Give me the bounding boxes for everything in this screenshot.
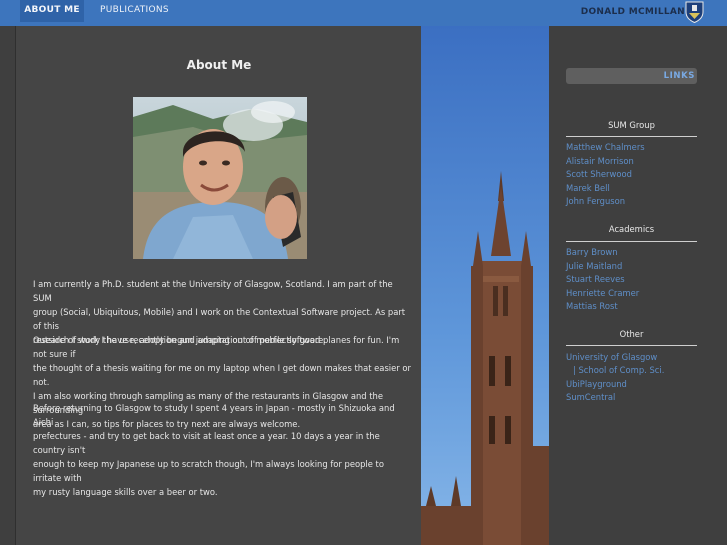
- text-line: enough to keep my Japanese up to scratch…: [33, 459, 384, 483]
- university-crest-icon: [685, 1, 704, 23]
- section-divider: [566, 345, 697, 346]
- japan-paragraph: Before returning to Glasgow to study I s…: [33, 401, 413, 499]
- sidebar-link[interactable]: Mattias Rost: [566, 301, 618, 311]
- university-tower-image: [421, 26, 549, 545]
- page-title: About Me: [186, 58, 252, 72]
- sidebar-link[interactable]: Matthew Chalmers: [566, 142, 645, 152]
- section-divider: [566, 136, 697, 137]
- links-header: LINKS: [566, 68, 697, 84]
- sidebar-link[interactable]: | School of Comp. Sci.: [573, 365, 664, 375]
- main-content-panel: About Me I am currently a Ph.D. student …: [15, 26, 423, 545]
- text-line: prefectures - and try to get back to vis…: [33, 431, 380, 455]
- sidebar-link[interactable]: Stuart Reeves: [566, 274, 625, 284]
- sidebar-link[interactable]: John Ferguson: [566, 196, 625, 206]
- text-line: the thought of a thesis waiting for me o…: [33, 363, 411, 387]
- sidebar-link[interactable]: SumCentral: [566, 392, 615, 402]
- sidebar-link[interactable]: Marek Bell: [566, 183, 610, 193]
- section-title-academics: Academics: [608, 224, 655, 234]
- sidebar-link[interactable]: UbiPlayground: [566, 379, 627, 389]
- text-line: I am currently a Ph.D. student at the Un…: [33, 279, 393, 303]
- sidebar-link[interactable]: Scott Sherwood: [566, 169, 632, 179]
- text-line: Outside of work I have recently begun ju…: [33, 335, 400, 359]
- sidebar-link[interactable]: Barry Brown: [566, 247, 618, 257]
- site-owner-name[interactable]: DONALD MCMILLAN: [581, 0, 685, 24]
- links-header-label: LINKS: [663, 71, 695, 81]
- links-sidebar: LINKS SUM Group Matthew Chalmers Alistai…: [549, 26, 727, 545]
- sidebar-link[interactable]: Julie Maitland: [566, 261, 622, 271]
- sidebar-link[interactable]: University of Glasgow: [566, 352, 657, 362]
- text-line: Before returning to Glasgow to study I s…: [33, 403, 395, 427]
- section-title-sum-group: SUM Group: [608, 120, 655, 130]
- nav-tab-publications[interactable]: PUBLICATIONS: [100, 0, 169, 22]
- sidebar-link[interactable]: Alistair Morrison: [566, 156, 634, 166]
- profile-photo: [133, 97, 307, 259]
- section-title-other: Other: [619, 329, 644, 339]
- sidebar-link[interactable]: Henriette Cramer: [566, 288, 639, 298]
- text-line: group (Social, Ubiquitous, Mobile) and I…: [33, 307, 406, 331]
- section-divider: [566, 241, 697, 242]
- text-line: my rusty language skills over a beer or …: [33, 487, 218, 497]
- nav-tab-about-me[interactable]: ABOUT ME: [20, 0, 84, 22]
- top-nav-bar: ABOUT ME PUBLICATIONS DONALD MCMILLAN: [0, 0, 727, 26]
